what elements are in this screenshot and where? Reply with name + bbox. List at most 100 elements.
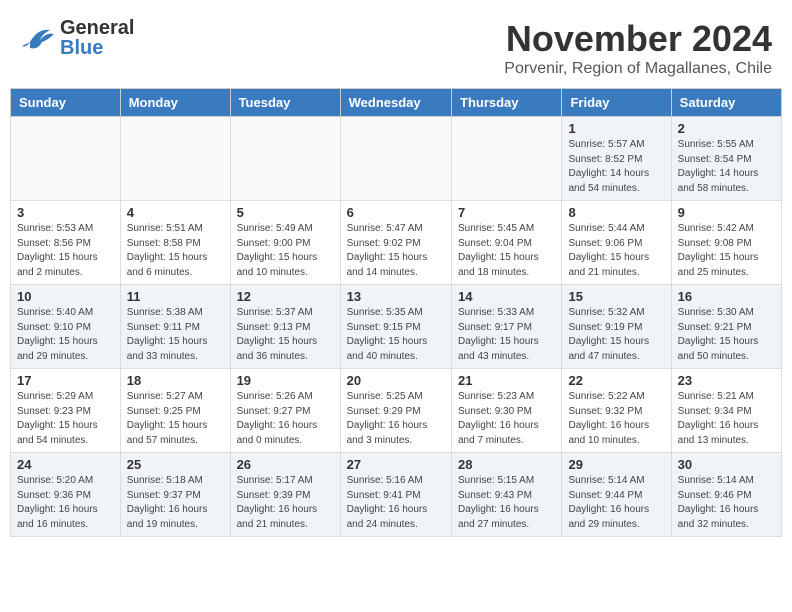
- day-info: Sunrise: 5:20 AMSunset: 9:36 PMDaylight:…: [17, 474, 114, 532]
- calendar-cell: 2Sunrise: 5:55 AMSunset: 8:54 PMDaylight…: [671, 117, 781, 201]
- month-title: November 2024: [504, 18, 772, 60]
- day-info: Sunrise: 5:32 AMSunset: 9:19 PMDaylight:…: [568, 306, 664, 364]
- day-info: Sunrise: 5:44 AMSunset: 9:06 PMDaylight:…: [568, 222, 664, 280]
- day-number: 26: [237, 457, 334, 472]
- calendar-table: SundayMondayTuesdayWednesdayThursdayFrid…: [10, 88, 782, 537]
- day-info: Sunrise: 5:27 AMSunset: 9:25 PMDaylight:…: [127, 390, 224, 448]
- day-info: Sunrise: 5:57 AMSunset: 8:52 PMDaylight:…: [568, 138, 664, 196]
- calendar-cell: 10Sunrise: 5:40 AMSunset: 9:10 PMDayligh…: [11, 285, 121, 369]
- calendar-cell: 13 Sunrise: 5:35 AMSunset: 9:15 PMDayligh…: [340, 285, 451, 369]
- calendar-cell: 3 Sunrise: 5:53 AMSunset: 8:56 PMDaylight…: [11, 201, 121, 285]
- day-number: 7: [458, 205, 555, 220]
- calendar-cell: 11 Sunrise: 5:38 AMSunset: 9:11 PMDayligh…: [120, 285, 230, 369]
- day-number: 16: [678, 289, 775, 304]
- weekday-header-saturday: Saturday: [671, 89, 781, 117]
- day-info: Sunrise: 5:30 AMSunset: 9:21 PMDaylight:…: [678, 306, 775, 364]
- calendar-cell: [120, 117, 230, 201]
- day-number: 8: [568, 205, 664, 220]
- calendar-week-row: 17 Sunrise: 5:29 AMSunset: 9:23 PMDayligh…: [11, 369, 782, 453]
- day-number: 1: [568, 121, 664, 136]
- day-info: Sunrise: 5:45 AMSunset: 9:04 PMDaylight:…: [458, 222, 555, 280]
- day-number: 17: [17, 373, 114, 388]
- calendar-cell: 8 Sunrise: 5:44 AMSunset: 9:06 PMDaylight…: [562, 201, 671, 285]
- calendar-cell: 20 Sunrise: 5:25 AMSunset: 9:29 PMDayligh…: [340, 369, 451, 453]
- calendar-cell: 27 Sunrise: 5:16 AMSunset: 9:41 PMDayligh…: [340, 453, 451, 537]
- calendar-cell: 16 Sunrise: 5:30 AMSunset: 9:21 PMDayligh…: [671, 285, 781, 369]
- day-info: Sunrise: 5:49 AMSunset: 9:00 PMDaylight:…: [237, 222, 334, 280]
- weekday-header-thursday: Thursday: [452, 89, 562, 117]
- day-number: 18: [127, 373, 224, 388]
- day-info: Sunrise: 5:17 AMSunset: 9:39 PMDaylight:…: [237, 474, 334, 532]
- calendar-cell: [230, 117, 340, 201]
- weekday-header-wednesday: Wednesday: [340, 89, 451, 117]
- calendar-cell: 23Sunrise: 5:21 AMSunset: 9:34 PMDayligh…: [671, 369, 781, 453]
- calendar-cell: 6Sunrise: 5:47 AMSunset: 9:02 PMDaylight…: [340, 201, 451, 285]
- day-info: Sunrise: 5:22 AMSunset: 9:32 PMDaylight:…: [568, 390, 664, 448]
- day-number: 27: [347, 457, 445, 472]
- calendar-cell: 22 Sunrise: 5:22 AMSunset: 9:32 PMDayligh…: [562, 369, 671, 453]
- calendar-cell: 14Sunrise: 5:33 AMSunset: 9:17 PMDayligh…: [452, 285, 562, 369]
- calendar-wrapper: SundayMondayTuesdayWednesdayThursdayFrid…: [0, 88, 792, 547]
- day-number: 20: [347, 373, 445, 388]
- day-number: 23: [678, 373, 775, 388]
- calendar-body: 1 Sunrise: 5:57 AMSunset: 8:52 PMDaylight…: [11, 117, 782, 537]
- day-info: Sunrise: 5:33 AMSunset: 9:17 PMDaylight:…: [458, 306, 555, 364]
- day-info: Sunrise: 5:38 AMSunset: 9:11 PMDaylight:…: [127, 306, 224, 364]
- day-number: 6: [347, 205, 445, 220]
- calendar-cell: 26 Sunrise: 5:17 AMSunset: 9:39 PMDayligh…: [230, 453, 340, 537]
- day-number: 9: [678, 205, 775, 220]
- day-info: Sunrise: 5:29 AMSunset: 9:23 PMDaylight:…: [17, 390, 114, 448]
- calendar-cell: 29Sunrise: 5:14 AMSunset: 9:44 PMDayligh…: [562, 453, 671, 537]
- day-info: Sunrise: 5:42 AMSunset: 9:08 PMDaylight:…: [678, 222, 775, 280]
- calendar-cell: [340, 117, 451, 201]
- calendar-week-row: 10Sunrise: 5:40 AMSunset: 9:10 PMDayligh…: [11, 285, 782, 369]
- logo: General Blue: [20, 18, 134, 58]
- calendar-cell: 19 Sunrise: 5:26 AMSunset: 9:27 PMDayligh…: [230, 369, 340, 453]
- weekday-header-sunday: Sunday: [11, 89, 121, 117]
- calendar-cell: 5 Sunrise: 5:49 AMSunset: 9:00 PMDaylight…: [230, 201, 340, 285]
- day-info: Sunrise: 5:51 AMSunset: 8:58 PMDaylight:…: [127, 222, 224, 280]
- day-info: Sunrise: 5:26 AMSunset: 9:27 PMDaylight:…: [237, 390, 334, 448]
- title-section: November 2024 Porvenir, Region of Magall…: [504, 18, 772, 78]
- day-info: Sunrise: 5:16 AMSunset: 9:41 PMDaylight:…: [347, 474, 445, 532]
- logo-bird-icon: [20, 20, 56, 56]
- day-info: Sunrise: 5:53 AMSunset: 8:56 PMDaylight:…: [17, 222, 114, 280]
- day-number: 13: [347, 289, 445, 304]
- weekday-header-friday: Friday: [562, 89, 671, 117]
- day-number: 30: [678, 457, 775, 472]
- calendar-week-row: 24 Sunrise: 5:20 AMSunset: 9:36 PMDayligh…: [11, 453, 782, 537]
- day-number: 11: [127, 289, 224, 304]
- day-number: 24: [17, 457, 114, 472]
- day-number: 3: [17, 205, 114, 220]
- day-info: Sunrise: 5:23 AMSunset: 9:30 PMDaylight:…: [458, 390, 555, 448]
- weekday-header-monday: Monday: [120, 89, 230, 117]
- calendar-week-row: 3 Sunrise: 5:53 AMSunset: 8:56 PMDaylight…: [11, 201, 782, 285]
- day-info: Sunrise: 5:40 AMSunset: 9:10 PMDaylight:…: [17, 306, 114, 364]
- day-info: Sunrise: 5:37 AMSunset: 9:13 PMDaylight:…: [237, 306, 334, 364]
- day-number: 22: [568, 373, 664, 388]
- calendar-cell: 9 Sunrise: 5:42 AMSunset: 9:08 PMDaylight…: [671, 201, 781, 285]
- day-number: 19: [237, 373, 334, 388]
- day-number: 12: [237, 289, 334, 304]
- day-number: 4: [127, 205, 224, 220]
- calendar-cell: 18 Sunrise: 5:27 AMSunset: 9:25 PMDayligh…: [120, 369, 230, 453]
- day-info: Sunrise: 5:15 AMSunset: 9:43 PMDaylight:…: [458, 474, 555, 532]
- calendar-cell: 4 Sunrise: 5:51 AMSunset: 8:58 PMDaylight…: [120, 201, 230, 285]
- calendar-cell: [452, 117, 562, 201]
- day-number: 5: [237, 205, 334, 220]
- calendar-cell: 30Sunrise: 5:14 AMSunset: 9:46 PMDayligh…: [671, 453, 781, 537]
- calendar-cell: [11, 117, 121, 201]
- calendar-week-row: 1 Sunrise: 5:57 AMSunset: 8:52 PMDaylight…: [11, 117, 782, 201]
- logo-blue: Blue: [60, 38, 134, 58]
- page-header: General Blue November 2024 Porvenir, Reg…: [0, 0, 792, 88]
- day-info: Sunrise: 5:25 AMSunset: 9:29 PMDaylight:…: [347, 390, 445, 448]
- day-info: Sunrise: 5:35 AMSunset: 9:15 PMDaylight:…: [347, 306, 445, 364]
- day-info: Sunrise: 5:18 AMSunset: 9:37 PMDaylight:…: [127, 474, 224, 532]
- location-subtitle: Porvenir, Region of Magallanes, Chile: [504, 60, 772, 78]
- calendar-cell: 1 Sunrise: 5:57 AMSunset: 8:52 PMDaylight…: [562, 117, 671, 201]
- calendar-cell: 7 Sunrise: 5:45 AMSunset: 9:04 PMDaylight…: [452, 201, 562, 285]
- calendar-cell: 28Sunrise: 5:15 AMSunset: 9:43 PMDayligh…: [452, 453, 562, 537]
- calendar-header: SundayMondayTuesdayWednesdayThursdayFrid…: [11, 89, 782, 117]
- day-number: 21: [458, 373, 555, 388]
- calendar-cell: 21 Sunrise: 5:23 AMSunset: 9:30 PMDayligh…: [452, 369, 562, 453]
